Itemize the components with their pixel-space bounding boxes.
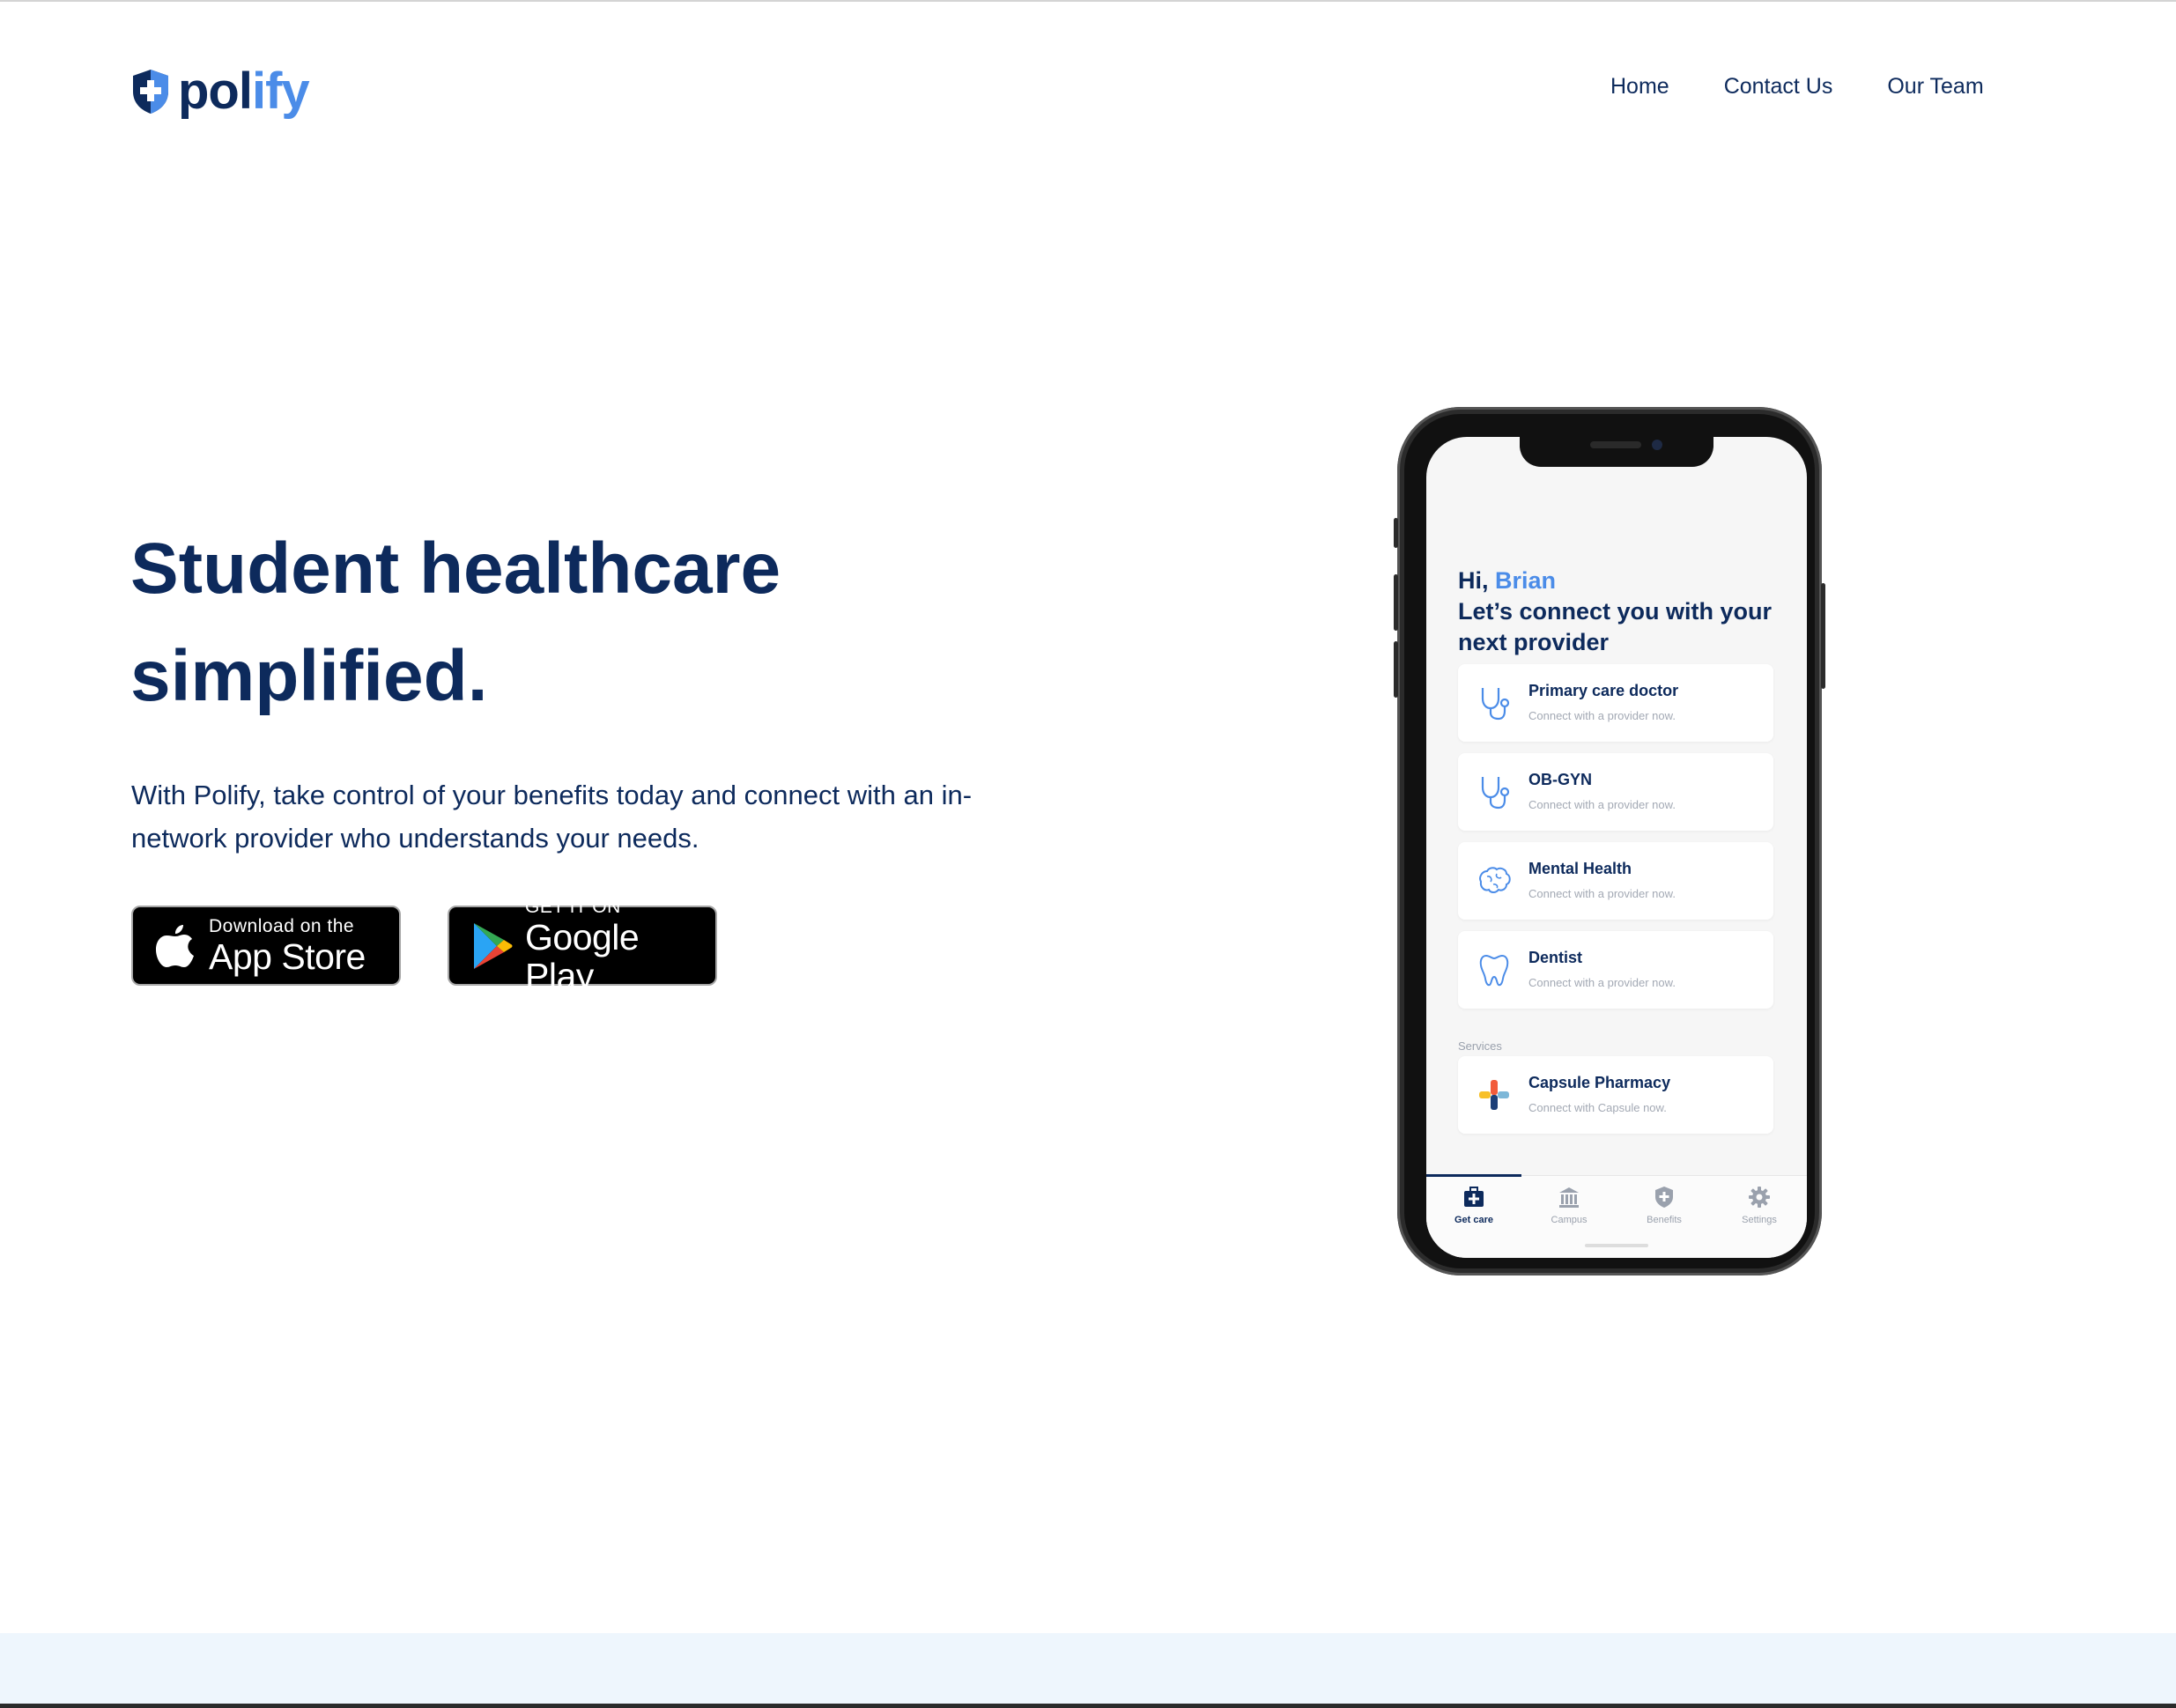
logo-text: polify xyxy=(178,63,310,120)
medkit-icon xyxy=(1464,1187,1484,1207)
gear-icon xyxy=(1749,1187,1770,1208)
phone-side-button xyxy=(1821,583,1825,689)
app-store-button[interactable]: Download on the App Store xyxy=(131,906,401,986)
service-card-capsule-pharmacy[interactable]: Capsule Pharmacy Connect with Capsule no… xyxy=(1458,1056,1773,1134)
provider-subtitle: Connect with a provider now. xyxy=(1528,709,1676,722)
pharmacy-plus-icon xyxy=(1479,1080,1509,1110)
hero-subtitle: With Polify, take control of your benefi… xyxy=(131,780,973,854)
google-play-button[interactable]: GET IT ON Google Play xyxy=(448,897,717,995)
hero-title: Student healthcare simplified. xyxy=(130,529,781,716)
next-section-band xyxy=(0,1633,2176,1708)
apple-icon xyxy=(156,924,194,967)
phone-side-button xyxy=(1394,574,1398,631)
provider-card-primary-care[interactable]: Primary care doctor Connect with a provi… xyxy=(1458,664,1773,742)
bottom-border xyxy=(0,1704,2176,1708)
camera-icon xyxy=(1652,440,1662,450)
tab-label: Settings xyxy=(1742,1215,1777,1225)
polify-logo[interactable]: polify xyxy=(130,63,310,120)
phone-notch xyxy=(1520,437,1713,467)
tab-label: Campus xyxy=(1551,1215,1588,1225)
greeting-line2: Let’s connect you with your next provide… xyxy=(1458,598,1773,655)
phone-screen: Hi, Brian Let’s connect you with your ne… xyxy=(1426,437,1807,1258)
top-border xyxy=(0,0,2176,2)
provider-title: Dentist xyxy=(1528,949,1583,966)
home-indicator xyxy=(1585,1244,1648,1247)
greeting-hi: Hi, xyxy=(1458,567,1489,594)
phone-bezel: Hi, Brian Let’s connect you with your ne… xyxy=(1404,414,1815,1268)
google-play-big-text: Google Play xyxy=(525,916,640,996)
service-title: Capsule Pharmacy xyxy=(1528,1074,1671,1091)
provider-subtitle: Connect with a provider now. xyxy=(1528,798,1676,811)
provider-subtitle: Connect with a provider now. xyxy=(1528,976,1676,989)
tab-settings[interactable]: Settings xyxy=(1712,1181,1807,1225)
tab-label: Get care xyxy=(1454,1215,1494,1225)
greeting-name: Brian xyxy=(1495,567,1557,594)
tab-label: Benefits xyxy=(1647,1215,1682,1225)
provider-subtitle: Connect with a provider now. xyxy=(1528,887,1676,900)
google-play-small-text: GET IT ON xyxy=(525,896,621,917)
google-play-icon xyxy=(474,922,513,969)
phone-mockup: Hi, Brian Let’s connect you with your ne… xyxy=(1394,407,1825,1275)
tooth-icon xyxy=(1479,954,1509,987)
nav-contact-us[interactable]: Contact Us xyxy=(1724,74,1833,100)
brain-icon xyxy=(1479,867,1511,893)
nav-home[interactable]: Home xyxy=(1610,74,1669,100)
provider-title: Mental Health xyxy=(1528,860,1632,877)
app-store-small-text: Download on the xyxy=(209,915,355,936)
tab-campus[interactable]: Campus xyxy=(1521,1181,1617,1225)
services-label: Services xyxy=(1458,1039,1502,1053)
service-subtitle: Connect with Capsule now. xyxy=(1528,1101,1667,1114)
tab-benefits[interactable]: Benefits xyxy=(1617,1181,1712,1225)
provider-title: Primary care doctor xyxy=(1528,682,1679,699)
provider-card-mental-health[interactable]: Mental Health Connect with a provider no… xyxy=(1458,842,1773,920)
building-icon xyxy=(1559,1187,1579,1208)
tab-get-care[interactable]: Get care xyxy=(1426,1181,1521,1225)
stethoscope-icon xyxy=(1481,777,1510,810)
phone-side-button xyxy=(1394,641,1398,698)
provider-card-dentist[interactable]: Dentist Connect with a provider now. xyxy=(1458,931,1773,1009)
provider-title: OB-GYN xyxy=(1528,771,1592,788)
shield-icon xyxy=(1655,1187,1673,1208)
provider-card-ob-gyn[interactable]: OB-GYN Connect with a provider now. xyxy=(1458,753,1773,831)
app-store-big-text: App Store xyxy=(209,935,366,977)
greeting: Hi, Brian Let’s connect you with your ne… xyxy=(1458,566,1784,658)
speaker-icon xyxy=(1590,441,1641,448)
phone-side-button xyxy=(1394,518,1398,548)
stethoscope-icon xyxy=(1481,688,1510,721)
shield-plus-icon xyxy=(133,70,168,114)
active-tab-indicator xyxy=(1426,1174,1521,1177)
nav-our-team[interactable]: Our Team xyxy=(1887,74,1983,100)
top-nav: Home Contact Us Our Team xyxy=(1610,74,1984,100)
